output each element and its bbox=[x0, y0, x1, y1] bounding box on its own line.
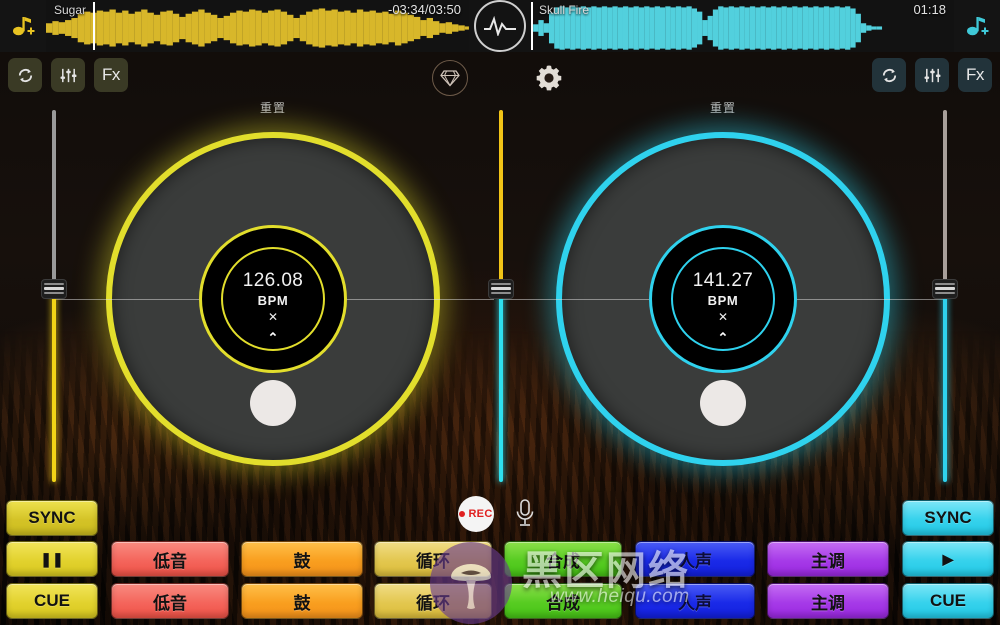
pitch-fader-right[interactable] bbox=[932, 110, 958, 482]
platter-position-dot-b[interactable] bbox=[700, 380, 746, 426]
track-time-left: -03:34/03:50 bbox=[387, 2, 461, 17]
bpm-unit-b: BPM bbox=[707, 292, 739, 308]
fader-track-bottom bbox=[499, 288, 503, 482]
bpm-hub-b[interactable]: 141.27 BPM ✕ ⌃ bbox=[649, 225, 797, 373]
reset-label-a[interactable]: 重置 bbox=[108, 99, 438, 116]
sliders-icon bbox=[924, 68, 940, 82]
track-title-right: Skull Fire bbox=[539, 3, 590, 17]
bpm-caret-icon-a[interactable]: ⌃ bbox=[268, 331, 279, 344]
pad-vocal-bottom[interactable]: 人声 bbox=[635, 583, 755, 619]
playhead-right[interactable] bbox=[531, 2, 533, 50]
pad-melody-top[interactable]: 主调 bbox=[767, 541, 889, 577]
waveform-right-graphic bbox=[533, 6, 883, 50]
track-time-right: 01:18 bbox=[913, 2, 946, 17]
fx-button-right[interactable]: Fx bbox=[958, 58, 992, 92]
fx-label: Fx bbox=[966, 65, 984, 84]
load-track-right-button[interactable] bbox=[954, 0, 1000, 52]
reset-label-b[interactable]: 重置 bbox=[558, 99, 888, 116]
fx-label: Fx bbox=[102, 65, 120, 84]
bpm-value-b: 141.27 bbox=[692, 269, 754, 291]
waveform-left[interactable]: Sugar -03:34/03:50 bbox=[46, 0, 469, 52]
fader-handle[interactable] bbox=[932, 278, 958, 299]
track-title-left: Sugar bbox=[54, 3, 87, 17]
cue-button-right[interactable]: CUE bbox=[902, 583, 994, 619]
pad-synth-bottom[interactable]: 合成 bbox=[504, 583, 622, 619]
jog-wheel-a[interactable]: 126.08 BPM ✕ ⌃ bbox=[52, 132, 494, 466]
fader-track-bottom bbox=[943, 288, 947, 482]
microphone-icon bbox=[516, 499, 534, 526]
fader-handle[interactable] bbox=[41, 278, 67, 299]
deck-b: 重置 141.27 BPM ✕ ⌃ bbox=[502, 101, 944, 492]
pad-vocal-top[interactable]: 人声 bbox=[635, 541, 755, 577]
pad-bass-bottom[interactable]: 低音 bbox=[111, 583, 229, 619]
microphone-button[interactable] bbox=[510, 496, 540, 530]
pitch-fader-left[interactable] bbox=[41, 110, 67, 482]
loop-button-left[interactable] bbox=[8, 58, 42, 92]
eq-button-left[interactable] bbox=[51, 58, 85, 92]
record-button[interactable]: REC bbox=[458, 496, 494, 532]
platter-position-dot-a[interactable] bbox=[250, 380, 296, 426]
bpm-close-icon-b[interactable]: ✕ bbox=[718, 311, 728, 323]
top-waveform-bar: Sugar -03:34/03:50 Skull Fire 01:18 bbox=[0, 0, 1000, 52]
circular-arrows-icon bbox=[882, 68, 896, 82]
load-track-left-button[interactable] bbox=[0, 0, 46, 52]
fx-button-left[interactable]: Fx bbox=[94, 58, 128, 92]
fader-handle[interactable] bbox=[488, 278, 514, 299]
playhead-left[interactable] bbox=[92, 2, 95, 50]
pad-loop-bottom[interactable]: 循环 bbox=[374, 583, 492, 619]
sync-button-left[interactable]: SYNC bbox=[6, 500, 98, 536]
pad-bass-top[interactable]: 低音 bbox=[111, 541, 229, 577]
pad-synth-top[interactable]: 合成 bbox=[504, 541, 622, 577]
toolbar-left: Fx bbox=[8, 58, 128, 92]
fader-track-top bbox=[499, 110, 503, 289]
gear-icon bbox=[536, 65, 562, 91]
music-note-add-icon bbox=[13, 17, 35, 36]
sync-button-right[interactable]: SYNC bbox=[902, 500, 994, 536]
toolbar-right: Fx bbox=[872, 58, 992, 92]
fader-track-top bbox=[52, 110, 56, 289]
pad-drums-bottom[interactable]: 鼓 bbox=[241, 583, 363, 619]
bpm-close-icon-a[interactable]: ✕ bbox=[268, 311, 278, 323]
jog-wheel-b[interactable]: 141.27 BPM ✕ ⌃ bbox=[502, 132, 944, 466]
pad-melody-bottom[interactable]: 主调 bbox=[767, 583, 889, 619]
bpm-value-a: 126.08 bbox=[242, 269, 304, 291]
circular-arrows-icon bbox=[18, 68, 32, 82]
gem-button[interactable] bbox=[432, 60, 468, 96]
pad-loop-top[interactable]: 循环 bbox=[374, 541, 492, 577]
pad-drums-top[interactable]: 鼓 bbox=[241, 541, 363, 577]
record-label: REC bbox=[468, 508, 493, 520]
play-pause-button-right[interactable]: ▶ bbox=[902, 541, 994, 577]
crossfader[interactable] bbox=[488, 110, 514, 482]
record-dot-icon bbox=[459, 511, 466, 517]
bpm-hub-a[interactable]: 126.08 BPM ✕ ⌃ bbox=[199, 225, 347, 373]
waveform-pulse-icon bbox=[484, 16, 516, 36]
play-pause-button-left[interactable]: ❚❚ bbox=[6, 541, 98, 577]
fader-track-bottom bbox=[52, 288, 56, 482]
cue-button-left[interactable]: CUE bbox=[6, 583, 98, 619]
vu-meter-left[interactable] bbox=[469, 0, 531, 52]
settings-button[interactable] bbox=[533, 62, 565, 94]
eq-button-right[interactable] bbox=[915, 58, 949, 92]
diamond-icon bbox=[440, 70, 460, 87]
sliders-icon bbox=[60, 68, 76, 82]
fader-track-top bbox=[943, 110, 947, 289]
music-note-add-icon bbox=[967, 17, 989, 36]
waveform-right[interactable]: Skull Fire 01:18 bbox=[531, 0, 954, 52]
bpm-caret-icon-b[interactable]: ⌃ bbox=[718, 331, 729, 344]
deck-a: 重置 126.08 BPM ✕ ⌃ bbox=[52, 101, 494, 492]
loop-button-right[interactable] bbox=[872, 58, 906, 92]
bpm-unit-a: BPM bbox=[257, 292, 289, 308]
